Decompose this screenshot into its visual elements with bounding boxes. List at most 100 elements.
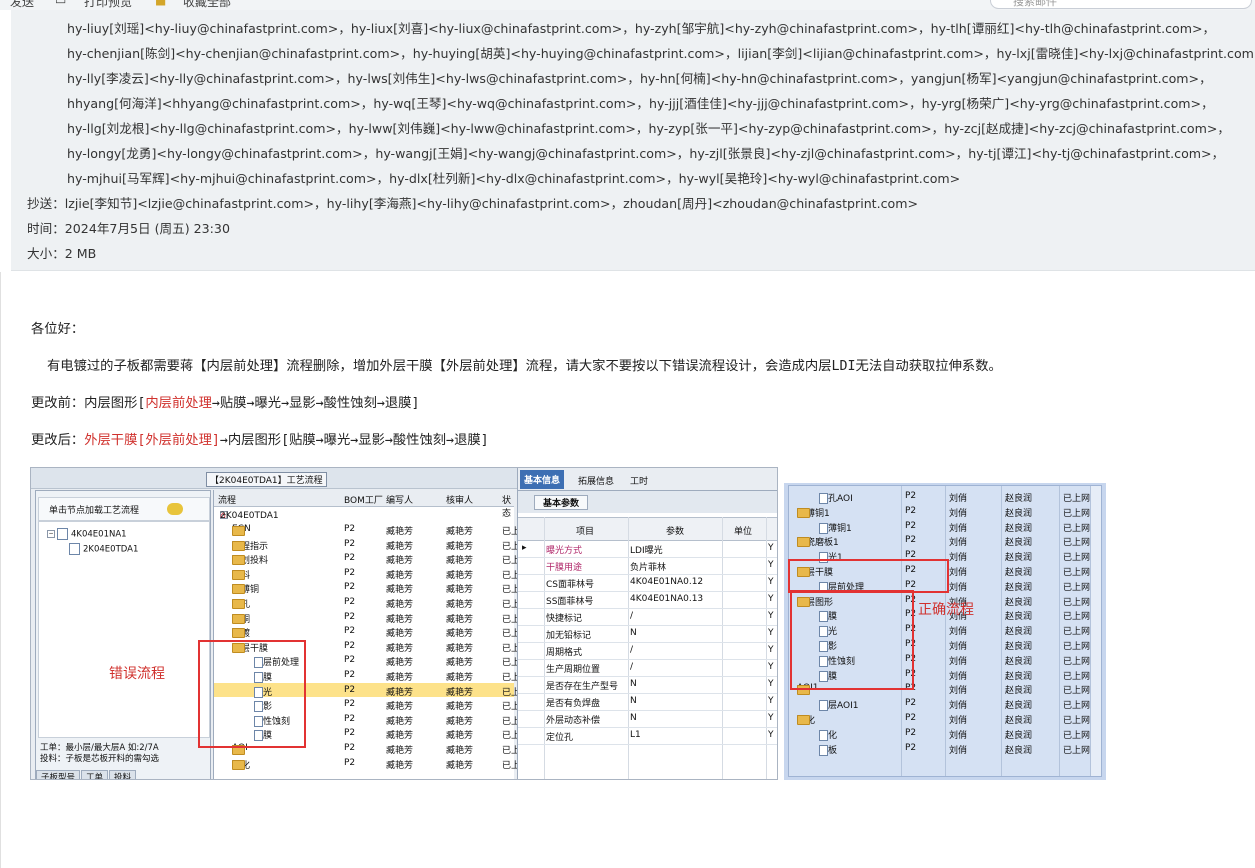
info-text: 工单：最小层/最大层A 如:2/7A 投料：子板是芯板开料的需勾选 xyxy=(40,743,159,765)
param-row[interactable]: 干膜用途 负片菲林 Y xyxy=(518,557,777,575)
param-row[interactable]: ▸ 曝光方式 LDI曝光 Y xyxy=(518,540,777,558)
scrollbar[interactable] xyxy=(1090,486,1101,776)
folder-icon xyxy=(232,569,245,580)
recipient-line[interactable]: hhyang[何海洋]<hhyang@chinafastprint.com>，h… xyxy=(67,95,1214,113)
param-flag: Y xyxy=(768,645,774,655)
recipient-line[interactable]: hy-longy[龙勇]<hy-longy@chinafastprint.com… xyxy=(67,145,1224,163)
model-tree: − 4K04E01NA1 2K04E0TDA1 xyxy=(38,521,210,738)
search-placeholder: 搜索邮件 xyxy=(1013,0,1057,8)
param-value[interactable]: N xyxy=(630,679,637,689)
param-value[interactable]: / xyxy=(630,611,633,621)
correct-flow-row[interactable]: −陶瓷磨板1 P2 刘俏 赵良润 已上网 xyxy=(789,533,1101,548)
param-name: 加无铅标记 xyxy=(546,631,592,641)
param-value[interactable]: LDI曝光 xyxy=(630,543,663,556)
correct-flow-status: 已上网 xyxy=(1063,568,1091,578)
param-name: 干膜用途 xyxy=(546,563,583,573)
correct-flow-row[interactable]: 棕化 P2 刘俏 赵良润 已上网 xyxy=(789,726,1101,741)
flow-row-bom-factory: P2 xyxy=(344,611,356,622)
tab-basic-info[interactable]: 基本信息 xyxy=(520,470,565,489)
param-value[interactable]: / xyxy=(630,645,633,655)
flow-row-bom-factory: P2 xyxy=(344,538,356,549)
flow-row-reviewer: 臧艳芳 xyxy=(446,541,474,552)
correct-flow-row[interactable]: 内层AOI1 P2 刘俏 赵良润 已上网 xyxy=(789,696,1101,712)
correct-flow-row[interactable]: 塞孔AOI P2 刘俏 赵良润 已上网 xyxy=(789,489,1101,504)
correct-flow-status: 已上网 xyxy=(1063,538,1091,549)
param-row[interactable]: 是否有负焊盘 N Y xyxy=(518,693,777,711)
param-flag: Y xyxy=(768,696,774,706)
info-line: 工单：最小层/最大层A 如:2/7A xyxy=(40,743,159,753)
param-row[interactable]: 是否存在生产型号 N Y xyxy=(518,676,777,694)
param-flag: Y xyxy=(768,577,774,587)
recipient-line[interactable]: hy-llg[刘龙根]<hy-llg@chinafastprint.com>，h… xyxy=(67,120,1230,138)
param-name: CS面菲林号 xyxy=(546,580,594,590)
flow-row[interactable]: +电镀P2臧艳芳臧艳芳已上网 xyxy=(214,624,529,639)
correct-flow-bom-factory: P2 xyxy=(905,727,917,738)
flow-row[interactable]: +开料P2臧艳芳臧艳芳已上网 xyxy=(214,566,529,581)
print-preview-button[interactable]: 打印预览 xyxy=(84,0,132,10)
correct-flow-status: 已上网 xyxy=(1063,716,1091,726)
param-value[interactable]: N xyxy=(630,713,637,723)
folder-icon xyxy=(232,613,245,624)
param-value[interactable]: L1 xyxy=(630,730,641,740)
search-input[interactable]: 搜索邮件 xyxy=(990,0,1252,9)
tree-node[interactable]: − 4K04E01NA1 xyxy=(47,528,127,540)
send-button[interactable]: 发送 xyxy=(10,0,34,10)
tab-order[interactable]: 工单 xyxy=(81,770,109,779)
flow-row[interactable]: +棕化P2臧艳芳臧艳芳已上网 xyxy=(214,756,529,771)
tab-worktime[interactable]: 工时 xyxy=(630,474,648,487)
tree-root[interactable]: − ⌂ 2K04E0TDA1 xyxy=(214,507,514,522)
flow-row[interactable]: +ECNP2臧艳芳臧艳芳已上网 xyxy=(214,522,529,537)
param-value[interactable]: 4K04E01NA0.12 xyxy=(630,577,703,587)
param-name: 曝光方式 xyxy=(546,546,583,556)
correct-flow-row[interactable]: 减薄铜1 P2 刘俏 赵良润 已上网 xyxy=(789,519,1101,534)
param-row[interactable]: 周期格式 / Y xyxy=(518,642,777,660)
param-row[interactable]: 快捷标记 / Y xyxy=(518,608,777,626)
param-row[interactable]: 加无铅标记 N Y xyxy=(518,625,777,643)
param-row[interactable]: SS面菲林号 4K04E01NA0.13 Y xyxy=(518,591,777,609)
flow-row-writer: 臧艳芳 xyxy=(386,658,414,669)
flow-row[interactable]: +减薄铜P2臧艳芳臧艳芳已上网 xyxy=(214,580,529,595)
collect-all-button[interactable]: 收藏全部 xyxy=(183,0,231,10)
flow-row[interactable]: +沉铜P2臧艳芳臧艳芳已上网 xyxy=(214,610,529,625)
correct-flow-row[interactable]: −棕化 P2 刘俏 赵良润 已上网 xyxy=(789,711,1101,726)
correct-flow-name: −棕化 xyxy=(797,713,815,726)
correct-flow-row[interactable]: −减薄铜1 P2 刘俏 赵良润 已上网 xyxy=(789,504,1101,519)
tab-extended-info[interactable]: 拓展信息 xyxy=(578,474,614,487)
param-value[interactable]: 4K04E01NA0.13 xyxy=(630,594,703,604)
param-value[interactable]: N xyxy=(630,628,637,638)
after-prefix: 更改后： xyxy=(31,433,85,448)
time-value: 2024年7月5日 (周五) 23:30 xyxy=(64,221,230,236)
correct-flow-row[interactable]: 烘板 P2 刘俏 赵良润 已上网 xyxy=(789,741,1101,756)
flow-row[interactable]: +钻孔P2臧艳芳臧艳芳已上网 xyxy=(214,595,529,610)
correct-flow-reviewer: 赵良润 xyxy=(1005,627,1033,638)
correct-flow-bom-factory: P2 xyxy=(905,491,917,501)
tab-feed[interactable]: 投料 xyxy=(109,770,137,779)
flow-row-writer: 臧艳芳 xyxy=(386,600,414,610)
param-value[interactable]: / xyxy=(630,662,633,672)
wrong-flow-label: 错误流程 xyxy=(109,666,165,682)
sub-tabs: 基本参数 xyxy=(518,491,777,513)
tab-basic-params[interactable]: 基本参数 xyxy=(534,495,589,510)
flow-row-writer: 臧艳芳 xyxy=(386,614,414,625)
recipient-line[interactable]: hy-lly[李凌云]<hy-lly@chinafastprint.com>，h… xyxy=(67,70,1212,88)
cc-value[interactable]: lzjie[李知节]<lzjie@chinafastprint.com>，hy-… xyxy=(65,196,918,211)
correct-flow-reviewer: 赵良润 xyxy=(1005,494,1033,504)
flow-row[interactable]: +流程指示P2臧艳芳臧艳芳已上网 xyxy=(214,537,529,552)
param-value[interactable]: N xyxy=(630,696,637,706)
flow-row-writer: 臧艳芳 xyxy=(386,702,414,713)
recipient-line[interactable]: hy-liuy[刘瑶]<hy-liuy@chinafastprint.com>，… xyxy=(67,20,1215,38)
param-row[interactable]: 外层动态补偿 N Y xyxy=(518,710,777,728)
param-value[interactable]: 负片菲林 xyxy=(630,560,666,573)
tab-model[interactable]: 子板型号 xyxy=(36,770,81,779)
flow-row-bom-factory: P2 xyxy=(344,626,356,637)
recipient-line[interactable]: hy-chenjian[陈剑]<hy-chenjian@chinafastpri… xyxy=(67,45,1255,63)
param-row[interactable]: CS面菲林号 4K04E01NA0.12 Y xyxy=(518,574,777,592)
load-flow-button[interactable]: 单击节点加载工艺流程 xyxy=(38,497,210,521)
left-panel: 单击节点加载工艺流程 − 4K04E01NA1 2K04E0TDA1 工单：最小层… xyxy=(35,490,211,779)
recipient-line[interactable]: hy-mjhui[马军辉]<hy-mjhui@chinafastprint.co… xyxy=(67,170,960,188)
tree-node[interactable]: 2K04E0TDA1 xyxy=(69,543,138,555)
param-row[interactable]: 生产周期位置 / Y xyxy=(518,659,777,677)
param-row[interactable]: 定位孔 L1 Y xyxy=(518,727,777,745)
flow-row[interactable]: +计划投料P2臧艳芳臧艳芳已上网 xyxy=(214,551,529,566)
flow-row-name: +开料 xyxy=(232,568,250,581)
